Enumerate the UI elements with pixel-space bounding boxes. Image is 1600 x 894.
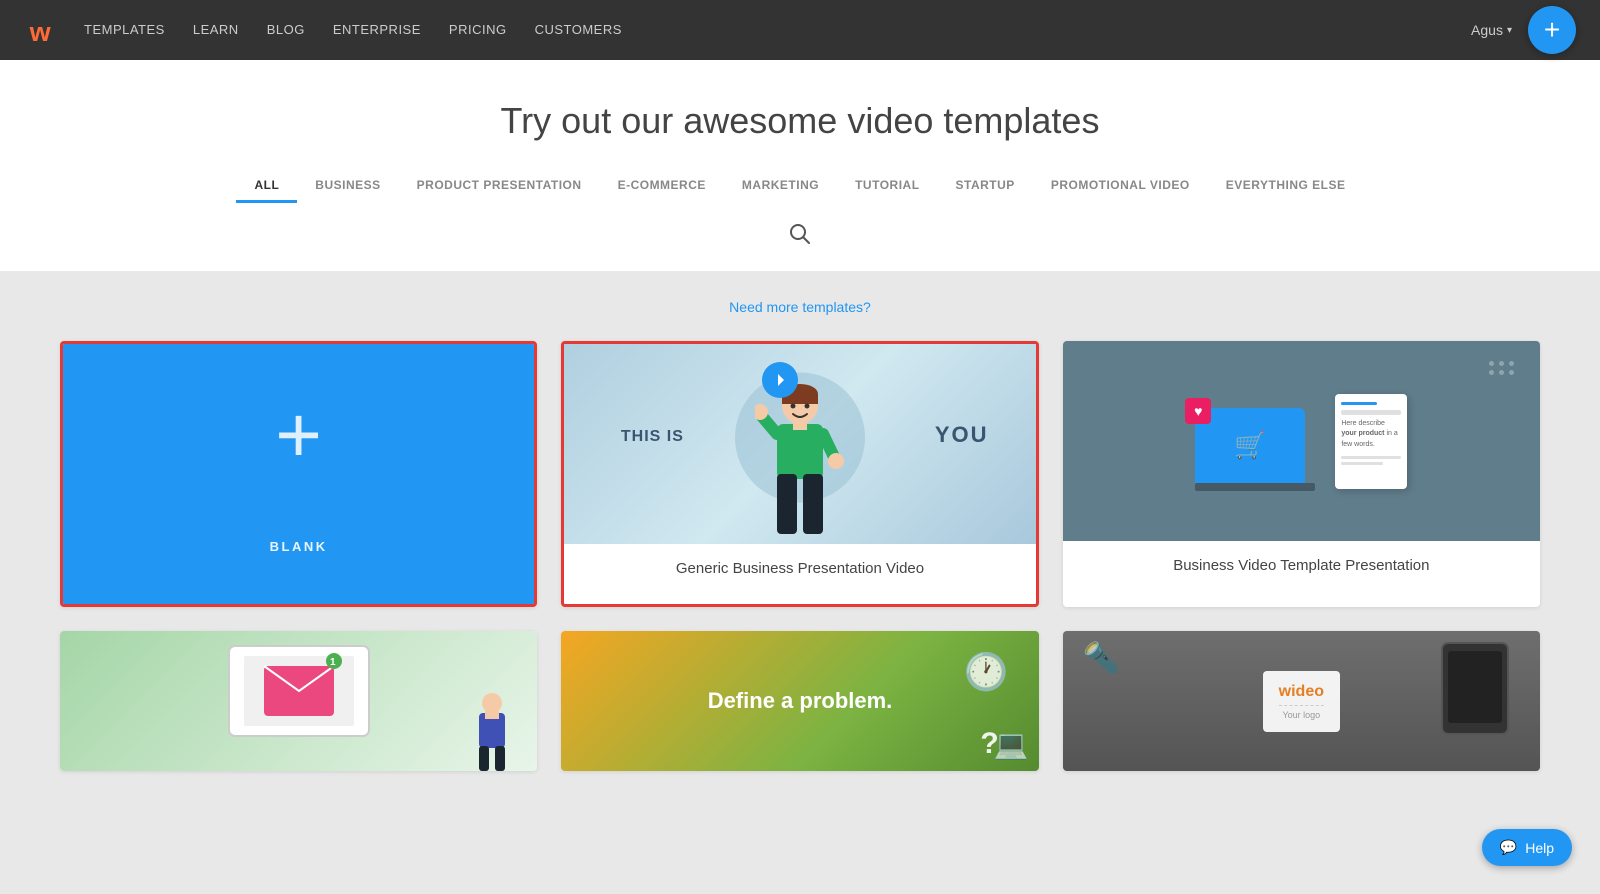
- tab-everything-else[interactable]: EVERYTHING ELSE: [1208, 170, 1364, 203]
- page-title: Try out our awesome video templates: [20, 100, 1580, 142]
- nav-item-learn[interactable]: LEARN: [193, 21, 239, 39]
- person-figure: [755, 384, 845, 544]
- header-section: Try out our awesome video templates ALL …: [0, 60, 1600, 271]
- this-is-text: THIS IS: [621, 428, 684, 446]
- question-mark: ?: [980, 727, 998, 761]
- clock-icon: 🕐: [964, 651, 1009, 693]
- blank-label: BLANK: [270, 539, 328, 554]
- computer-icon: 💻: [994, 728, 1029, 761]
- tab-startup[interactable]: STARTUP: [938, 170, 1033, 203]
- template-card-blank[interactable]: + BLANK: [60, 341, 537, 607]
- user-name: Agus: [1471, 22, 1503, 38]
- tab-all[interactable]: ALL: [236, 170, 297, 203]
- define-problem-text: Define a problem.: [708, 687, 893, 716]
- user-chevron-icon: ▾: [1507, 25, 1512, 36]
- nav-links: TEMPLATES LEARN BLOG ENTERPRISE PRICING …: [84, 21, 1471, 39]
- heart-icon: ♥: [1185, 398, 1211, 424]
- tablet-illustration: [1440, 641, 1510, 741]
- need-more-link[interactable]: Need more templates?: [729, 299, 871, 315]
- nav-item-blog[interactable]: BLOG: [267, 21, 305, 39]
- main-content: Need more templates? + BLANK: [0, 271, 1600, 811]
- need-more-section: Need more templates?: [60, 299, 1540, 317]
- user-menu[interactable]: Agus ▾: [1471, 22, 1512, 38]
- tab-promotional-video[interactable]: PROMOTIONAL VIDEO: [1033, 170, 1208, 203]
- you-text: YOU: [935, 422, 989, 448]
- cart-icon: 🛒: [1234, 430, 1266, 461]
- wideo-logo-box: wideo Your logo: [1263, 671, 1340, 732]
- template-card-business-video[interactable]: ♥ 🛒 Here describe your product in a few …: [1063, 341, 1540, 607]
- tab-marketing[interactable]: MARKETING: [724, 170, 837, 203]
- templates-grid: + BLANK: [60, 341, 1540, 771]
- template-card-email-marketing[interactable]: 1: [60, 631, 537, 771]
- nav-item-customers[interactable]: CUSTOMERS: [535, 21, 622, 39]
- business-video-label: Business Video Template Presentation: [1063, 541, 1540, 590]
- document-illustration: Here describe your product in a few word…: [1335, 394, 1407, 489]
- tab-product-presentation[interactable]: PRODUCT PRESENTATION: [399, 170, 600, 203]
- nav-item-enterprise[interactable]: ENTERPRISE: [333, 21, 421, 39]
- navbar-right: Agus ▾ +: [1471, 6, 1576, 54]
- lamp-icon: 🔦: [1083, 641, 1120, 676]
- search-bar[interactable]: [20, 203, 1580, 271]
- plus-icon: +: [275, 395, 322, 475]
- svg-text:1: 1: [330, 657, 336, 668]
- tab-tutorial[interactable]: TUTORIAL: [837, 170, 937, 203]
- template-card-define-problem[interactable]: Define a problem. 🕐 💻 ?: [561, 631, 1038, 771]
- svg-text:w: w: [29, 17, 52, 47]
- help-label: Help: [1525, 840, 1554, 856]
- character-small: [467, 691, 517, 771]
- tab-ecommerce[interactable]: E-COMMERCE: [600, 170, 724, 203]
- tab-business[interactable]: BUSINESS: [297, 170, 398, 203]
- template-card-wideo[interactable]: 🔦 wideo Your logo: [1063, 631, 1540, 771]
- search-icon[interactable]: [789, 223, 811, 251]
- nav-item-pricing[interactable]: PRICING: [449, 21, 507, 39]
- generic-business-label: Generic Business Presentation Video: [564, 544, 1035, 593]
- template-card-generic-business[interactable]: THIS IS YOU Generic Business Presentatio…: [561, 341, 1038, 607]
- nav-item-templates[interactable]: TEMPLATES: [84, 21, 165, 39]
- help-button[interactable]: 💬 Help: [1482, 829, 1572, 866]
- logo[interactable]: w: [24, 10, 64, 50]
- create-new-button[interactable]: +: [1528, 6, 1576, 54]
- laptop-illustration: ♥ 🛒: [1195, 408, 1315, 491]
- decoration-dots: [1489, 361, 1515, 375]
- category-tabs: ALL BUSINESS PRODUCT PRESENTATION E-COMM…: [20, 170, 1580, 203]
- monitor-illustration: 1: [219, 641, 379, 761]
- help-chat-icon: 💬: [1500, 839, 1517, 856]
- navbar: w TEMPLATES LEARN BLOG ENTERPRISE PRICIN…: [0, 0, 1600, 60]
